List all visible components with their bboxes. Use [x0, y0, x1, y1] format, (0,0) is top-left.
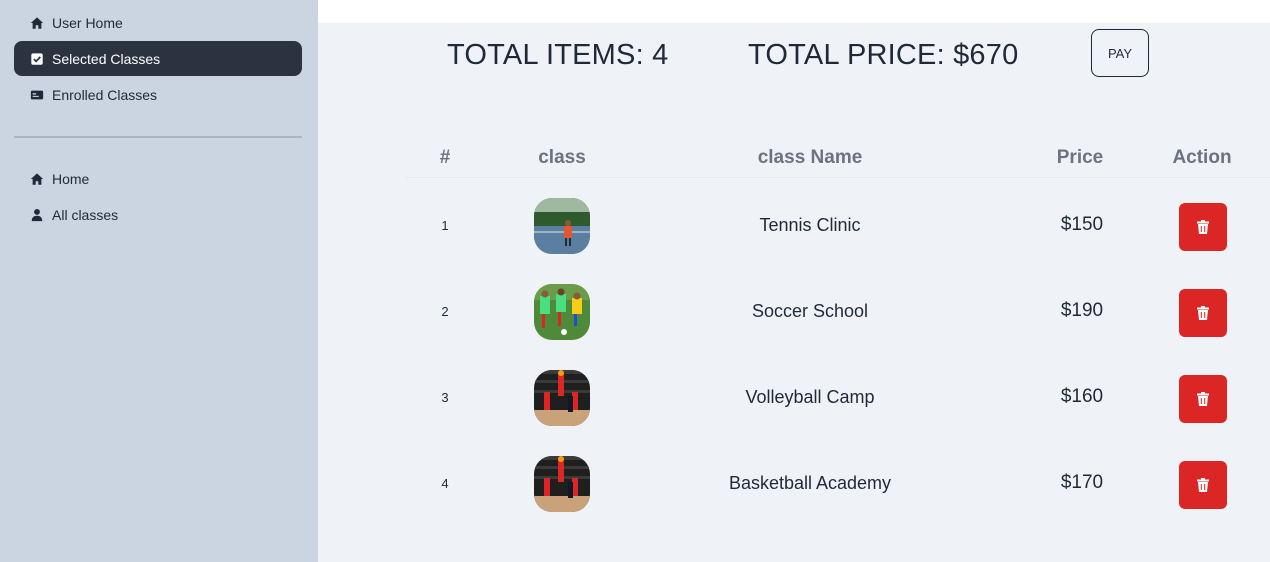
total-price: TOTAL PRICE: $670 — [748, 39, 1019, 71]
delete-button[interactable] — [1179, 289, 1227, 337]
class-name: Soccer School — [751, 301, 869, 321]
sidebar-divider — [14, 136, 302, 138]
class-price: $160 — [1060, 386, 1104, 407]
column-header-number: # — [439, 147, 451, 168]
class-name: Volleyball Camp — [745, 387, 875, 407]
pay-button[interactable]: PAY — [1091, 29, 1149, 77]
delete-button[interactable] — [1179, 461, 1227, 509]
sidebar: User Home Selected Classes Enrolled Clas… — [0, 0, 318, 562]
delete-button[interactable] — [1179, 203, 1227, 251]
sidebar-item-selected-classes[interactable]: Selected Classes — [14, 41, 302, 76]
column-header-class: class — [538, 147, 586, 168]
class-thumbnail-soccer — [534, 284, 590, 340]
class-name: Tennis Clinic — [759, 215, 861, 235]
sidebar-item-label: Enrolled Classes — [52, 86, 158, 103]
home-icon — [30, 16, 44, 30]
card-icon — [30, 88, 44, 102]
trash-icon — [1197, 220, 1209, 234]
table-row: 3 Volleyball Camp $160 — [318, 356, 1270, 442]
row-number: 2 — [441, 304, 449, 319]
header-divider — [406, 177, 1270, 178]
class-name: Basketball Academy — [728, 473, 892, 493]
sidebar-item-user-home[interactable]: User Home — [14, 5, 302, 40]
sidebar-item-label: Home — [52, 170, 90, 187]
class-thumbnail-tennis — [534, 198, 590, 254]
delete-button[interactable] — [1179, 375, 1227, 423]
main-content: TOTAL ITEMS: 4 TOTAL PRICE: $670 PAY # c… — [318, 23, 1270, 562]
home-icon — [30, 172, 44, 186]
class-price: $150 — [1060, 214, 1104, 235]
total-items: TOTAL ITEMS: 4 — [447, 39, 669, 71]
sidebar-item-label: Selected Classes — [52, 50, 161, 67]
column-header-action: Action — [1172, 147, 1232, 168]
sidebar-item-label: User Home — [52, 14, 123, 31]
row-number: 1 — [441, 218, 449, 233]
row-number: 4 — [441, 476, 449, 491]
table-row: 2 Soccer School $190 — [318, 270, 1270, 356]
sidebar-item-all-classes[interactable]: All classes — [14, 197, 302, 232]
trash-icon — [1197, 392, 1209, 406]
class-price: $170 — [1060, 472, 1104, 493]
checkbox-icon — [30, 52, 44, 66]
table-row: 4 Basketball Academy $170 — [318, 442, 1270, 528]
column-header-class-name: class Name — [757, 147, 863, 168]
column-header-price: Price — [1056, 147, 1104, 168]
user-icon — [30, 208, 44, 222]
sidebar-item-home[interactable]: Home — [14, 161, 302, 196]
class-price: $190 — [1060, 300, 1104, 321]
class-thumbnail-basketball — [534, 456, 590, 512]
sidebar-item-label: All classes — [52, 206, 119, 223]
table-row: 1 Tennis Clinic $150 — [318, 184, 1270, 270]
trash-icon — [1197, 478, 1209, 492]
row-number: 3 — [441, 390, 449, 405]
trash-icon — [1197, 306, 1209, 320]
class-thumbnail-volleyball — [534, 370, 590, 426]
sidebar-item-enrolled-classes[interactable]: Enrolled Classes — [14, 77, 302, 112]
